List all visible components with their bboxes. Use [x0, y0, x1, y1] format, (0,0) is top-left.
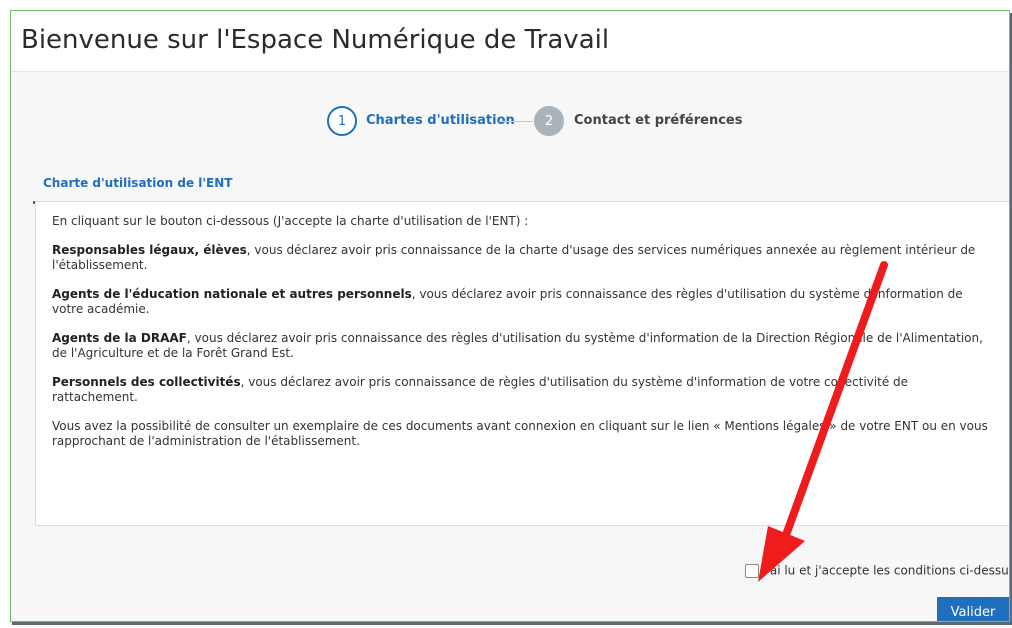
welcome-window: Bienvenue sur l'Espace Numérique de Trav…	[10, 10, 1010, 622]
charter-paragraph-draaf: Agents de la DRAAF, vous déclarez avoir …	[52, 331, 994, 361]
charter-paragraph-title: Agents de la DRAAF	[52, 331, 187, 345]
charter-paragraph-education-agents: Agents de l'éducation nationale et autre…	[52, 287, 994, 317]
validate-button[interactable]: Valider	[937, 597, 1009, 621]
charter-panel: En cliquant sur le bouton ci-dessous (J'…	[35, 201, 1009, 526]
charter-paragraph-title: Responsables légaux, élèves	[52, 243, 247, 257]
charter-closing: Vous avez la possibilité de consulter un…	[52, 419, 988, 448]
charter-paragraph-title: Personnels des collectivités	[52, 375, 241, 389]
charter-paragraph-students: Responsables légaux, élèves, vous déclar…	[52, 243, 994, 273]
charter-intro: En cliquant sur le bouton ci-dessous (J'…	[52, 214, 529, 228]
charter-paragraph-title: Agents de l'éducation nationale et autre…	[52, 287, 412, 301]
accept-conditions[interactable]: J'ai lu et j'accepte les conditions ci-d…	[745, 563, 1009, 578]
step-2-number: 2	[534, 106, 564, 136]
step-2-label: Contact et préférences	[574, 113, 743, 128]
accept-checkbox[interactable]	[745, 563, 759, 578]
accept-label[interactable]: J'ai lu et j'accepte les conditions ci-d…	[763, 564, 1009, 578]
charter-paragraph-text: , vous déclarez avoir pris connaissance …	[52, 331, 983, 360]
tab-charter[interactable]: Charte d'utilisation de l'ENT	[33, 166, 243, 204]
window-header: Bienvenue sur l'Espace Numérique de Trav…	[11, 11, 1009, 72]
step-1-label: Chartes d'utilisation	[366, 113, 515, 128]
step-1-number: 1	[327, 106, 357, 136]
charter-paragraph-collectivities: Personnels des collectivités, vous décla…	[52, 375, 994, 405]
stepper-connector	[499, 121, 533, 122]
stepper: 1 Chartes d'utilisation 2 Contact et pré…	[327, 106, 747, 138]
page-title: Bienvenue sur l'Espace Numérique de Trav…	[21, 25, 610, 55]
